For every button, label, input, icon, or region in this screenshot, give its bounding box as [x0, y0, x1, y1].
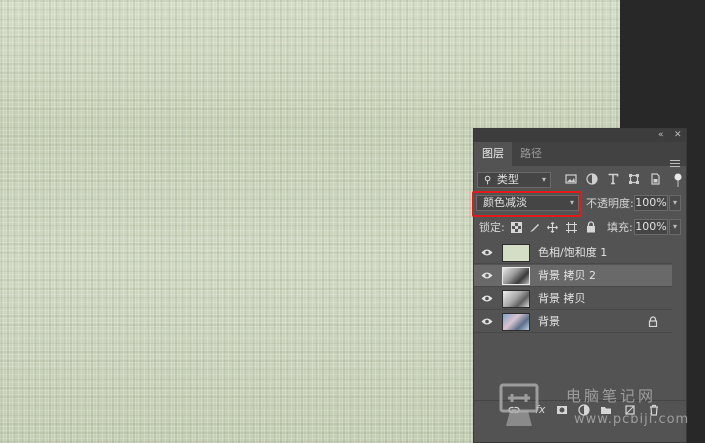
layer-row[interactable]: 背景 拷贝 — [474, 288, 672, 310]
watermark-text: 电脑笔记网 — [566, 387, 657, 405]
panel-menu-icon[interactable] — [670, 160, 680, 168]
layer-thumbnail — [502, 290, 530, 308]
opacity-label: 不透明度: — [586, 197, 634, 210]
visibility-eye-icon[interactable] — [481, 294, 493, 303]
lock-position-icon[interactable] — [547, 222, 558, 233]
layer-filter-kind-select[interactable]: ⚲ 类型 ▾ — [477, 172, 551, 188]
layer-name: 背景 — [538, 315, 560, 328]
adjustment-layer-filter-icon[interactable] — [586, 173, 598, 185]
pixel-layer-filter-icon[interactable] — [565, 173, 577, 185]
visibility-eye-icon[interactable] — [481, 271, 493, 280]
search-icon: ⚲ — [484, 175, 492, 186]
layer-thumbnail — [502, 313, 530, 331]
blend-mode-highlight — [472, 191, 582, 217]
fill-dropdown-button[interactable]: ▾ — [669, 219, 681, 235]
layer-row[interactable]: 背景 — [474, 311, 672, 333]
visibility-eye-icon[interactable] — [481, 248, 493, 257]
fill-label: 填充: — [607, 221, 633, 234]
lock-image-pixels-icon[interactable] — [529, 222, 540, 233]
tab-paths[interactable]: 路径 — [512, 142, 550, 166]
close-panel-icon[interactable]: ✕ — [674, 129, 682, 142]
layer-name: 色相/饱和度 1 — [538, 246, 608, 259]
smart-object-filter-icon[interactable] — [649, 173, 661, 185]
lock-artboard-icon[interactable] — [566, 222, 577, 233]
layer-thumbnail — [502, 267, 530, 285]
shape-layer-filter-icon[interactable] — [628, 173, 640, 185]
layer-row[interactable]: 色相/饱和度 1 — [474, 242, 672, 264]
tab-layers[interactable]: 图层 — [474, 142, 512, 166]
visibility-eye-icon[interactable] — [481, 317, 493, 326]
opacity-dropdown-button[interactable]: ▾ — [669, 195, 681, 211]
photoshop-workspace: « ✕ 图层 路径 ⚲ 类型 ▾ 颜色减淡 ▾ 不透明度: 100% ▾ 锁定:… — [0, 0, 705, 443]
filter-kind-label: 类型 — [496, 173, 519, 186]
type-layer-filter-icon[interactable] — [607, 173, 619, 185]
panel-tab-bar: 图层 路径 — [474, 142, 686, 168]
watermark-url: www.pcbiji.com — [574, 412, 690, 427]
layer-name: 背景 拷贝 2 — [538, 269, 596, 282]
panel-titlebar: « ✕ — [474, 129, 686, 142]
layer-thumbnail — [502, 244, 530, 262]
lock-label: 锁定: — [479, 221, 505, 234]
lock-all-icon[interactable] — [586, 221, 596, 233]
layer-row[interactable]: 背景 拷贝 2 — [474, 265, 672, 287]
filter-toggle-switch[interactable] — [674, 173, 682, 187]
collapse-panel-icon[interactable]: « — [658, 129, 664, 142]
fill-field[interactable]: 100% — [634, 219, 668, 235]
opacity-field[interactable]: 100% — [634, 195, 668, 211]
watermark-logo-icon — [499, 383, 539, 426]
chevron-down-icon: ▾ — [541, 175, 546, 184]
layer-name: 背景 拷贝 — [538, 292, 586, 305]
lock-transparent-pixels-icon[interactable] — [511, 222, 522, 233]
layer-lock-icon — [648, 316, 658, 327]
